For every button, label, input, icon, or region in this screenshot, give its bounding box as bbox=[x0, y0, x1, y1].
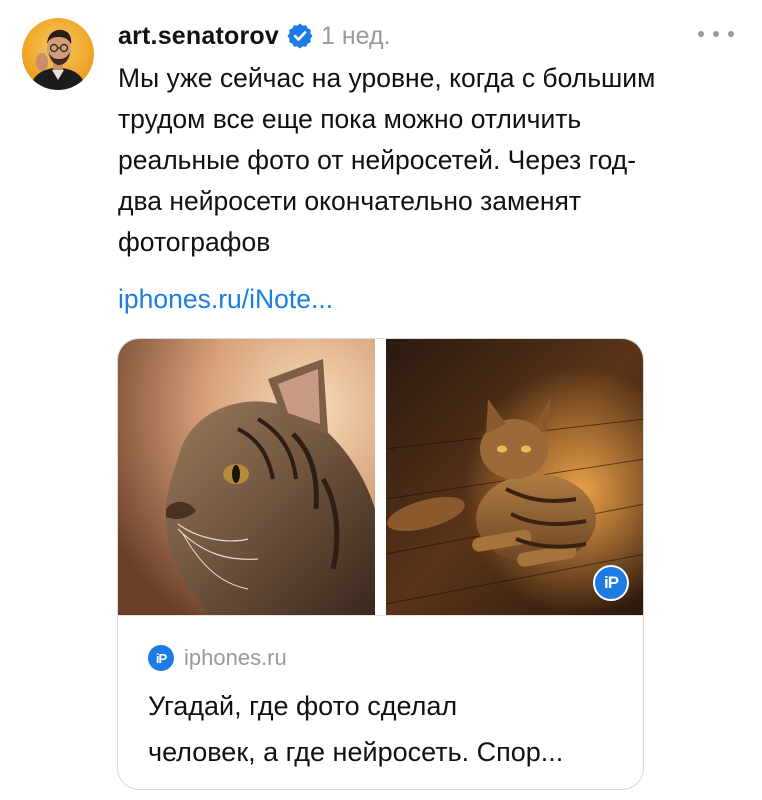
card-title: Угадай, где фото сделал человек, а где н… bbox=[148, 683, 628, 775]
post: art.senatorov 1 нед. Мы уже сейчас на ур… bbox=[0, 0, 762, 800]
cat-photo-closeup bbox=[118, 339, 375, 615]
post-text-line: трудом все еще пока можно отличить bbox=[118, 104, 582, 134]
link-preview-card[interactable]: iP iP iphones.ru Угадай, где фото сделал… bbox=[117, 338, 644, 790]
author-username[interactable]: art.senatorov bbox=[118, 22, 279, 51]
post-text-line: Мы уже сейчас на уровне, когда с большим bbox=[118, 63, 656, 93]
dot bbox=[698, 31, 704, 37]
post-text-line: два нейросети окончательно заменят bbox=[118, 186, 582, 216]
post-text-line: реальные фото от нейросетей. Через год- bbox=[118, 145, 637, 175]
cat-photo-on-floor: iP bbox=[386, 339, 643, 615]
post-link[interactable]: iphones.ru/iNote... bbox=[118, 284, 333, 315]
image-gap bbox=[375, 339, 386, 615]
post-header: art.senatorov 1 нед. bbox=[118, 20, 391, 52]
iphones-watermark-icon: iP bbox=[593, 565, 629, 601]
source-domain: iphones.ru bbox=[184, 645, 287, 670]
card-source: iP iphones.ru bbox=[148, 645, 287, 671]
card-title-line: человек, а где нейросеть. Спор... bbox=[148, 737, 564, 767]
post-text: Мы уже сейчас на уровне, когда с большим… bbox=[118, 58, 718, 263]
dot bbox=[728, 31, 734, 37]
dot bbox=[713, 31, 719, 37]
card-images: iP bbox=[118, 339, 643, 615]
avatar-photo bbox=[30, 29, 86, 90]
post-time[interactable]: 1 нед. bbox=[321, 22, 391, 51]
post-text-line: фотографов bbox=[118, 227, 271, 257]
card-divider bbox=[118, 615, 643, 616]
card-title-line: Угадай, где фото сделал bbox=[148, 691, 458, 721]
more-dots-icon[interactable] bbox=[698, 24, 734, 44]
avatar[interactable] bbox=[22, 18, 94, 90]
iphones-logo-icon: iP bbox=[148, 645, 174, 671]
verified-check-icon bbox=[287, 23, 313, 49]
